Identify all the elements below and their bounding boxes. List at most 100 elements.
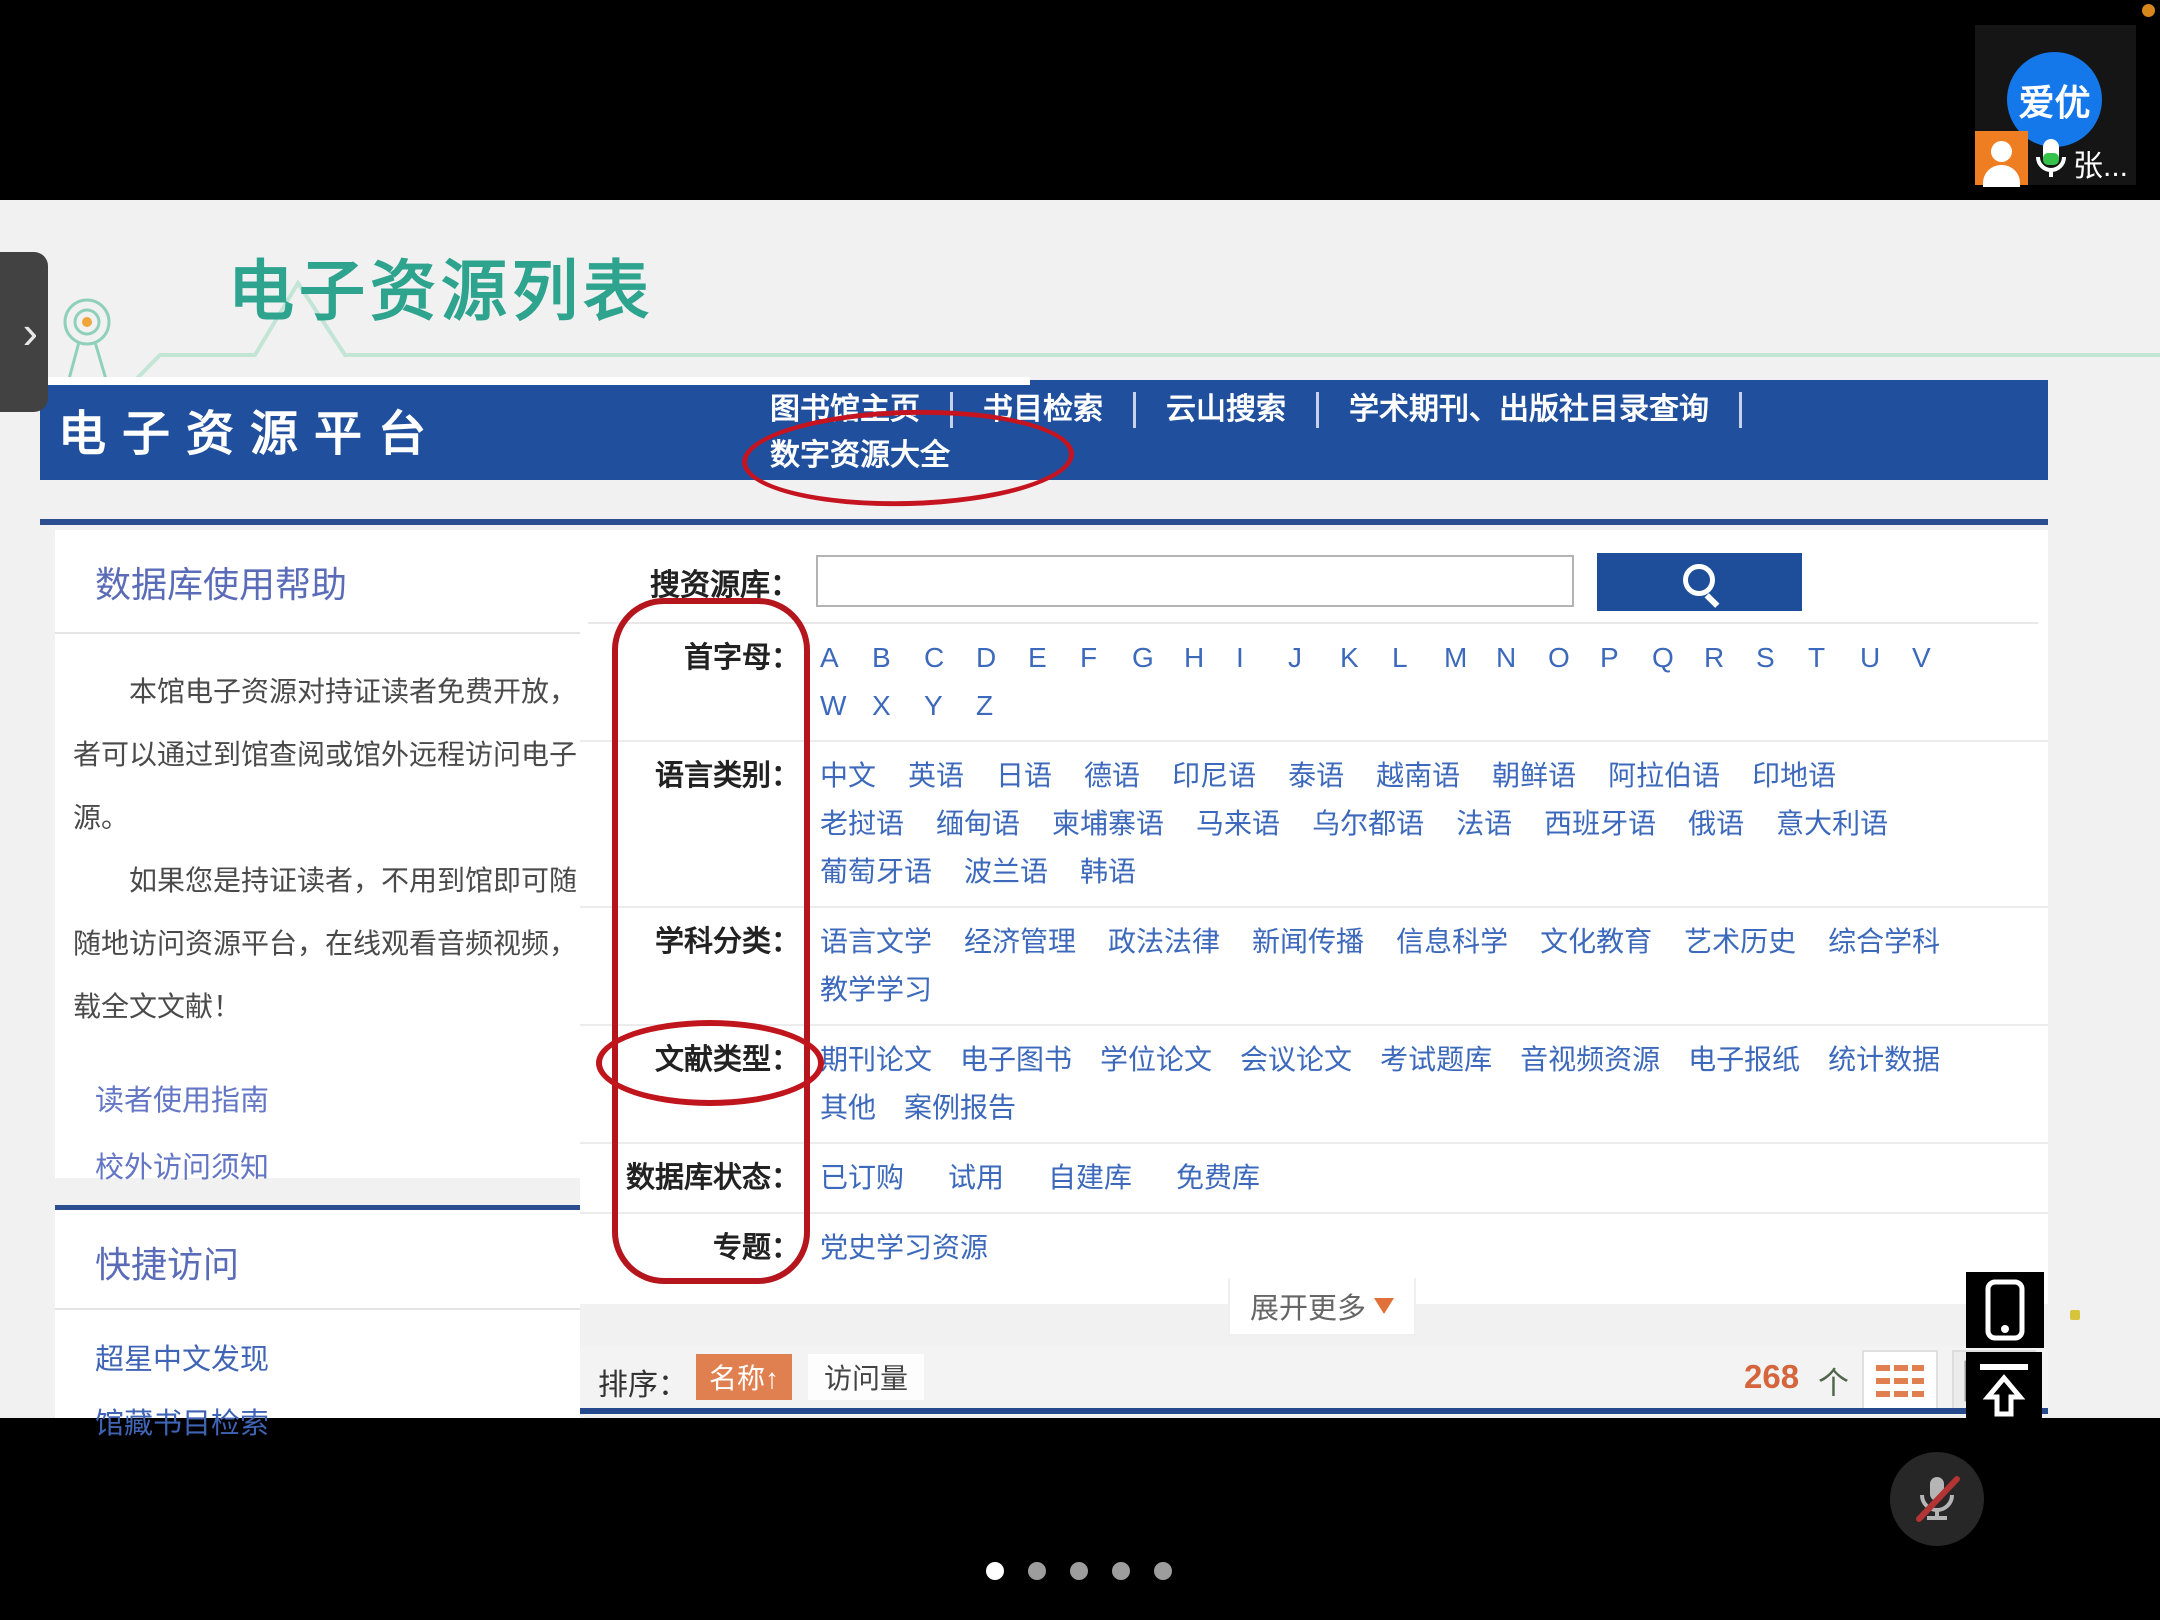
filter-option[interactable]: 乌尔都语: [1312, 800, 1424, 848]
filter-option[interactable]: 电子报纸: [1688, 1036, 1800, 1084]
filter-option[interactable]: 电子图书: [960, 1036, 1072, 1084]
filter-option[interactable]: B: [872, 634, 902, 682]
list-view-button[interactable]: [1862, 1350, 1938, 1412]
filter-option[interactable]: J: [1288, 634, 1318, 682]
filter-option[interactable]: 中文: [820, 752, 876, 800]
filter-option[interactable]: S: [1756, 634, 1786, 682]
filter-option[interactable]: P: [1600, 634, 1630, 682]
filter-option[interactable]: 缅甸语: [936, 800, 1020, 848]
filter-option[interactable]: A: [820, 634, 850, 682]
filter-option[interactable]: 语言文学: [820, 918, 932, 966]
filter-option[interactable]: 葡萄牙语: [820, 848, 932, 896]
filter-option[interactable]: T: [1808, 634, 1838, 682]
nav-menu-item[interactable]: 学术期刊、出版社目录查询: [1319, 392, 1742, 428]
quick-access-link[interactable]: 馆藏书目检索: [95, 1392, 580, 1456]
filter-option[interactable]: 新闻传播: [1252, 918, 1364, 966]
filter-option[interactable]: 越南语: [1376, 752, 1460, 800]
filter-option[interactable]: 波兰语: [964, 848, 1048, 896]
filter-option[interactable]: 法语: [1456, 800, 1512, 848]
filter-option[interactable]: 教学学习: [820, 966, 932, 1014]
filter-option[interactable]: N: [1496, 634, 1526, 682]
filter-option[interactable]: 试用: [948, 1154, 1004, 1202]
filter-option[interactable]: 音视频资源: [1520, 1036, 1660, 1084]
filter-option[interactable]: C: [924, 634, 954, 682]
filter-option[interactable]: 泰语: [1288, 752, 1344, 800]
filter-option[interactable]: 印地语: [1752, 752, 1836, 800]
quick-access-link[interactable]: 超星中文发现: [95, 1328, 580, 1392]
search-input[interactable]: [816, 555, 1574, 607]
filter-option[interactable]: 韩语: [1080, 848, 1136, 896]
help-text-line: 源。: [73, 786, 578, 849]
carousel-dot[interactable]: [1112, 1562, 1130, 1580]
filter-option[interactable]: 阿拉伯语: [1608, 752, 1720, 800]
carousel-dot[interactable]: [986, 1562, 1004, 1580]
filter-option[interactable]: 自建库: [1048, 1154, 1132, 1202]
filter-option[interactable]: Q: [1652, 634, 1682, 682]
filter-option[interactable]: 艺术历史: [1684, 918, 1796, 966]
sort-by-name-button[interactable]: 名称↑: [696, 1354, 792, 1400]
filter-option[interactable]: 老挝语: [820, 800, 904, 848]
filter-option[interactable]: 已订购: [820, 1154, 904, 1202]
filter-option[interactable]: 政法法律: [1108, 918, 1220, 966]
filter-option[interactable]: 免费库: [1176, 1154, 1260, 1202]
filter-option[interactable]: 朝鲜语: [1492, 752, 1576, 800]
filter-option[interactable]: 经济管理: [964, 918, 1076, 966]
expand-more-button[interactable]: 展开更多: [1228, 1278, 1416, 1336]
filter-option[interactable]: R: [1704, 634, 1734, 682]
filter-option[interactable]: 印尼语: [1172, 752, 1256, 800]
help-text-line: 本馆电子资源对持证读者免费开放，: [73, 660, 578, 723]
site-logo[interactable]: 电子资源平台: [58, 394, 442, 464]
carousel-dot[interactable]: [1028, 1562, 1046, 1580]
filter-option[interactable]: U: [1860, 634, 1890, 682]
filter-option[interactable]: 西班牙语: [1544, 800, 1656, 848]
initial-options: ABCDEFGHIJKLMNOPQRSTUV WXYZ: [820, 634, 1980, 730]
mobile-version-button[interactable]: [1966, 1272, 2044, 1348]
filter-option[interactable]: M: [1444, 634, 1474, 682]
filter-option[interactable]: 意大利语: [1776, 800, 1888, 848]
filter-option[interactable]: D: [976, 634, 1006, 682]
help-link[interactable]: 读者使用指南: [95, 1068, 580, 1135]
filter-option[interactable]: 综合学科: [1828, 918, 1940, 966]
search-button[interactable]: [1597, 553, 1802, 611]
sort-by-visits-button[interactable]: 访问量: [808, 1354, 924, 1400]
filter-option[interactable]: 党史学习资源: [820, 1224, 988, 1272]
filter-option[interactable]: 英语: [908, 752, 964, 800]
carousel-dot[interactable]: [1070, 1562, 1088, 1580]
filter-option[interactable]: F: [1080, 634, 1110, 682]
microphone-muted-button[interactable]: [1890, 1452, 1984, 1546]
filter-option[interactable]: 考试题库: [1380, 1036, 1492, 1084]
side-panel-toggle[interactable]: ›: [0, 252, 48, 412]
filter-option[interactable]: K: [1340, 634, 1370, 682]
participant-name: 张...: [2073, 141, 2128, 185]
filter-option[interactable]: 统计数据: [1828, 1036, 1940, 1084]
filter-option[interactable]: 俄语: [1688, 800, 1744, 848]
filter-option[interactable]: 其他: [820, 1084, 876, 1132]
filter-option[interactable]: 案例报告: [904, 1084, 1016, 1132]
filter-option[interactable]: Z: [976, 682, 1006, 730]
filter-option[interactable]: O: [1548, 634, 1578, 682]
filter-option[interactable]: 日语: [996, 752, 1052, 800]
filter-option[interactable]: 会议论文: [1240, 1036, 1352, 1084]
filter-option[interactable]: E: [1028, 634, 1058, 682]
filter-option[interactable]: 柬埔寨语: [1052, 800, 1164, 848]
filter-option[interactable]: 德语: [1084, 752, 1140, 800]
participant-video-tile[interactable]: 爱优 张...: [1975, 25, 2136, 185]
filter-option[interactable]: X: [872, 682, 902, 730]
filter-option[interactable]: 期刊论文: [820, 1036, 932, 1084]
filter-option[interactable]: 文化教育: [1540, 918, 1652, 966]
filter-option[interactable]: G: [1132, 634, 1162, 682]
quick-access-title: 快捷访问: [55, 1210, 580, 1288]
filter-option[interactable]: 信息科学: [1396, 918, 1508, 966]
back-to-top-button[interactable]: [1966, 1352, 2042, 1426]
filter-option[interactable]: W: [820, 682, 850, 730]
nav-menu-item[interactable]: 云山搜索: [1136, 392, 1319, 428]
filter-option[interactable]: H: [1184, 634, 1214, 682]
filter-option[interactable]: 马来语: [1196, 800, 1280, 848]
carousel-dot[interactable]: [1154, 1562, 1172, 1580]
filter-option[interactable]: V: [1912, 634, 1942, 682]
filter-option[interactable]: 学位论文: [1100, 1036, 1212, 1084]
filter-option[interactable]: L: [1392, 634, 1422, 682]
help-link[interactable]: 校外访问须知: [95, 1135, 580, 1202]
filter-option[interactable]: Y: [924, 682, 954, 730]
filter-option[interactable]: I: [1236, 634, 1266, 682]
